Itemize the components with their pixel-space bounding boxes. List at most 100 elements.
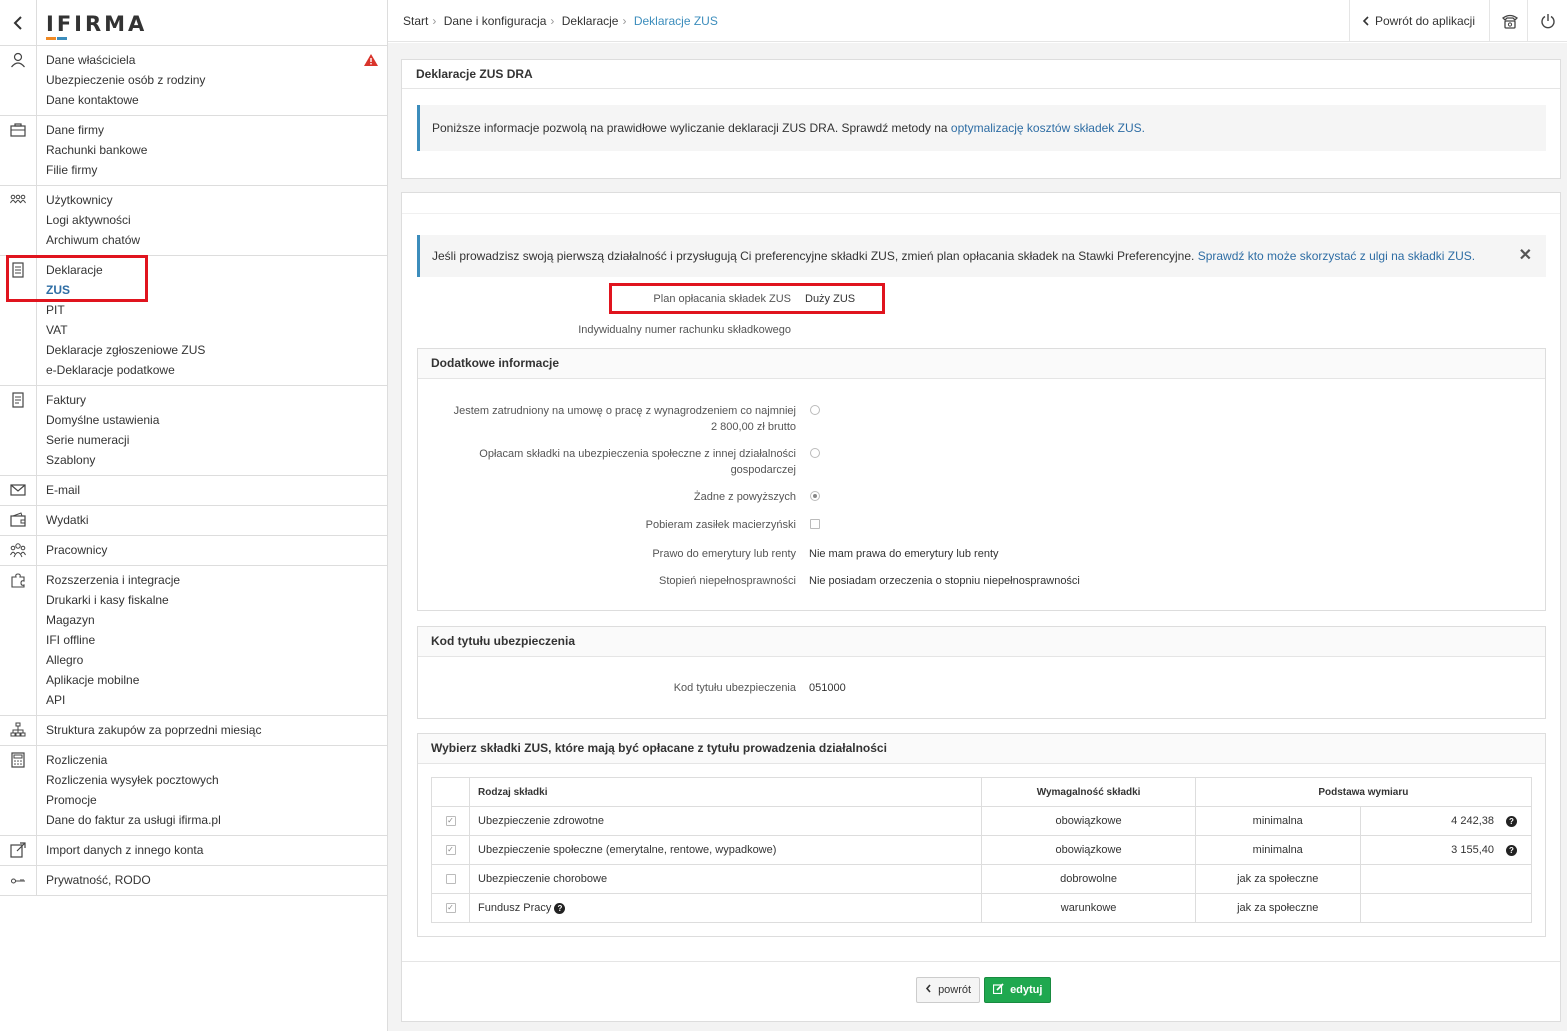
- row-checkbox[interactable]: ✓: [445, 816, 456, 827]
- ifirma-logo[interactable]: IFIRMA: [46, 12, 147, 40]
- sidebar-item[interactable]: IFI offline: [46, 630, 387, 650]
- plan-value: Duży ZUS: [805, 293, 856, 305]
- sidebar-group: Faktury Domyślne ustawienia Serie numeracj…: [0, 386, 387, 476]
- help-icon[interactable]: ?: [554, 902, 566, 914]
- contribution-name-cell: Fundusz Pracy ?: [469, 893, 983, 923]
- sidebar-item[interactable]: Dane do faktur za usługi ifirma.pl: [46, 810, 387, 830]
- main-content: Deklaracje ZUS DRA Poniższe informacje p…: [388, 43, 1567, 1031]
- collapse-sidebar-button[interactable]: [0, 0, 37, 46]
- phone-button[interactable]: [1489, 0, 1529, 42]
- puzzle-icon: [0, 566, 37, 715]
- row-checkbox[interactable]: ✓: [445, 903, 456, 914]
- sidebar-item[interactable]: Deklaracje zgłoszeniowe ZUS: [46, 340, 387, 360]
- row-checkbox[interactable]: ✓: [445, 845, 456, 856]
- none-radio[interactable]: [810, 491, 820, 501]
- preferential-link[interactable]: Sprawdź kto może skorzystać z ulgi na sk…: [1198, 249, 1475, 263]
- sidebar-item[interactable]: Drukarki i kasy fiskalne: [46, 590, 387, 610]
- sidebar-item[interactable]: e-Deklaracje podatkowe: [46, 360, 387, 380]
- sidebar-item[interactable]: Aplikacje mobilne: [46, 670, 387, 690]
- insurance-code-label: Kod tytułu ubezpieczenia: [673, 682, 796, 694]
- back-to-app-label: Powrót do aplikacji: [1374, 14, 1475, 28]
- sidebar-item[interactable]: Szablony: [46, 450, 387, 470]
- breadcrumb-current: Deklaracje ZUS: [633, 14, 718, 28]
- disability-value: Nie posiadam orzeczenia o stopniu niepeł…: [809, 575, 1080, 587]
- sidebar-item[interactable]: Dane firmy: [46, 120, 387, 140]
- sidebar-item[interactable]: ZUS: [46, 280, 387, 300]
- row-checkbox[interactable]: [445, 874, 456, 885]
- additional-info-panel: Dodatkowe informacje Jestem zatrudniony …: [417, 348, 1546, 611]
- sidebar-item[interactable]: Pracownicy: [46, 540, 387, 560]
- chevron-right-icon: ›: [432, 14, 437, 28]
- sidebar-item[interactable]: API: [46, 690, 387, 710]
- row-checkbox-cell: [430, 864, 471, 894]
- sidebar-item[interactable]: Archiwum chatów: [46, 230, 387, 250]
- maternity-checkbox[interactable]: [810, 519, 820, 529]
- sidebar-group: Dane firmy Rachunki bankowe Filie firmy: [0, 116, 387, 186]
- team-icon: [0, 536, 37, 565]
- sidebar-item[interactable]: Allegro: [46, 650, 387, 670]
- contributions-panel: Wybierz składki ZUS, które mają być opła…: [417, 733, 1546, 937]
- contribution-name: Fundusz Pracy: [478, 902, 552, 914]
- chevron-right-icon: ›: [550, 14, 555, 28]
- zus-dra-panel: Deklaracje ZUS DRA Poniższe informacje p…: [401, 59, 1561, 179]
- close-icon[interactable]: ✕: [1519, 248, 1532, 264]
- other-business-radio[interactable]: [810, 448, 820, 458]
- sidebar-item[interactable]: Deklaracje: [46, 260, 387, 280]
- sidebar-item[interactable]: VAT: [46, 320, 387, 340]
- insurance-code-title: Kod tytułu ubezpieczenia: [418, 627, 1545, 657]
- breadcrumb: Start › Dane i konfiguracja › Deklaracje › …: [403, 14, 722, 28]
- help-icon[interactable]: ?: [1506, 844, 1517, 856]
- hierarchy-icon: [0, 716, 37, 745]
- sidebar-item[interactable]: Domyślne ustawienia: [46, 410, 387, 430]
- amount-cell: 3 155,40?: [1359, 835, 1533, 865]
- basis-cell: jak za społeczne: [1194, 864, 1361, 894]
- wallet-icon: [0, 506, 37, 535]
- sidebar-item[interactable]: Rozliczenia: [46, 750, 387, 770]
- envelope-icon: [0, 476, 37, 505]
- sidebar-item[interactable]: Serie numeracji: [46, 430, 387, 450]
- breadcrumb-config[interactable]: Dane i konfiguracja: [444, 14, 547, 28]
- employment-radio[interactable]: [810, 405, 820, 415]
- sidebar-item[interactable]: Logi aktywności: [46, 210, 387, 230]
- contribution-name: Ubezpieczenie zdrowotne: [478, 815, 604, 827]
- sidebar-item[interactable]: PIT: [46, 300, 387, 320]
- back-to-app-button[interactable]: Powrót do aplikacji: [1348, 0, 1487, 42]
- sidebar-item[interactable]: Import danych z innego konta: [46, 840, 387, 860]
- maternity-label: Pobieram zasiłek macierzyński: [645, 519, 796, 531]
- optimization-link[interactable]: optymalizację kosztów składek ZUS.: [951, 121, 1145, 135]
- edit-button-label: edytuj: [1010, 984, 1043, 996]
- sidebar-item[interactable]: Prywatność, RODO: [46, 870, 387, 890]
- row-checkbox-cell: ✓: [430, 835, 471, 865]
- sidebar-item[interactable]: Wydatki: [46, 510, 387, 530]
- back-button[interactable]: powrót: [916, 977, 981, 1003]
- breadcrumb-start[interactable]: Start: [403, 14, 428, 28]
- row-checkbox-cell: ✓: [430, 893, 471, 923]
- sidebar-item[interactable]: Rachunki bankowe: [46, 140, 387, 160]
- sidebar-item[interactable]: Struktura zakupów za poprzedni miesiąc: [46, 720, 387, 740]
- insurance-code-value: 051000: [809, 682, 846, 694]
- contribution-name-cell: Ubezpieczenie zdrowotne: [469, 806, 983, 836]
- sidebar-item[interactable]: Rozszerzenia i integracje: [46, 570, 387, 590]
- sidebar-item[interactable]: Magazyn: [46, 610, 387, 630]
- sidebar-item[interactable]: Rozliczenia wysyłek pocztowych: [46, 770, 387, 790]
- sidebar-item[interactable]: Użytkownicy: [46, 190, 387, 210]
- sidebar-item[interactable]: Dane kontaktowe: [46, 90, 387, 110]
- chevron-right-icon: ›: [622, 14, 627, 28]
- plan-label: Plan opłacania składek ZUS: [653, 293, 791, 305]
- sidebar-item[interactable]: Promocje: [46, 790, 387, 810]
- logout-button[interactable]: [1527, 0, 1567, 42]
- insurance-code-panel: Kod tytułu ubezpieczenia Kod tytułu ubez…: [417, 626, 1546, 719]
- invoice-icon: [0, 386, 37, 475]
- sidebar-item[interactable]: Dane właściciela: [46, 50, 387, 70]
- contribution-name: Ubezpieczenie społeczne (emerytalne, ren…: [478, 844, 777, 856]
- help-icon[interactable]: ?: [1506, 815, 1517, 827]
- sidebar-item[interactable]: E-mail: [46, 480, 387, 500]
- pension-label: Prawo do emerytury lub renty: [652, 548, 796, 560]
- edit-button[interactable]: edytuj: [984, 977, 1052, 1003]
- sidebar-item[interactable]: Filie firmy: [46, 160, 387, 180]
- breadcrumb-declarations[interactable]: Deklaracje: [562, 14, 619, 28]
- zus-settings-panel: Jeśli prowadzisz swoją pierwszą działaln…: [401, 192, 1561, 1022]
- sidebar-item[interactable]: Ubezpieczenie osób z rodziny: [46, 70, 387, 90]
- contribution-name-cell: Ubezpieczenie społeczne (emerytalne, ren…: [469, 835, 983, 865]
- sidebar-item[interactable]: Faktury: [46, 390, 387, 410]
